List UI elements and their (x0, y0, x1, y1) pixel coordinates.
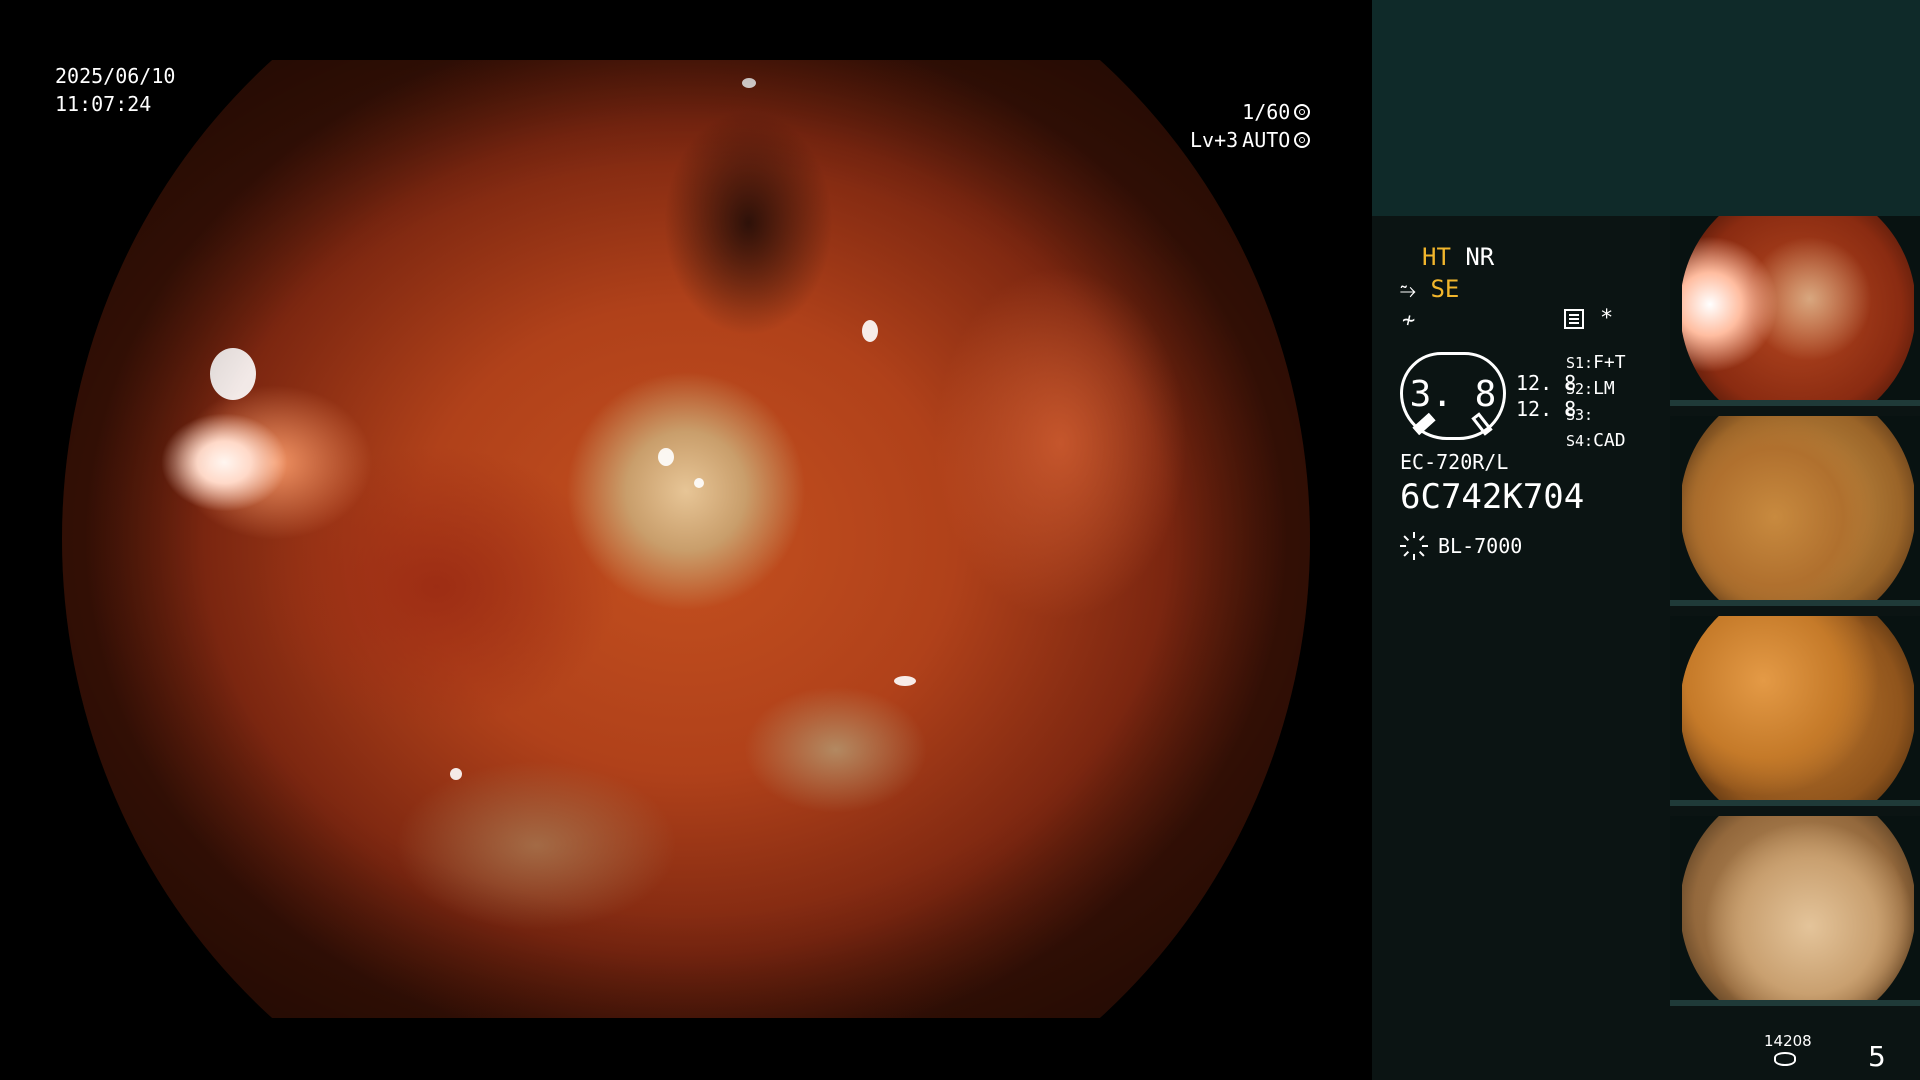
menu-icon (1564, 308, 1584, 329)
light-reflection (658, 448, 674, 466)
switch-settings: S1:F+T S2:LM S3: S4:CAD (1566, 350, 1626, 454)
thumbnail-2[interactable] (1670, 416, 1920, 606)
auto-exposure-icon (1294, 132, 1311, 148)
light-reflection (450, 768, 462, 780)
endoscope-image (62, 60, 1310, 1018)
light-reflection (862, 320, 878, 342)
gauge-marker-left (1412, 412, 1436, 436)
se-row: ⥲ SE (1400, 274, 1459, 305)
image-count: 5 (1868, 1040, 1886, 1073)
function-icon: ≁ (1402, 308, 1416, 333)
exposure-overlay: 1/60 Lv+3 AUTO (1190, 98, 1311, 154)
thumbnail-bar (1670, 1000, 1920, 1006)
thumbnail-image (1682, 416, 1914, 600)
thumbnail-image (1682, 616, 1914, 800)
setting-s4: S4:CAD (1566, 430, 1626, 451)
scope-model: EC-720R/L (1400, 450, 1509, 474)
light-reflection (694, 478, 704, 488)
magnification-gauge: 3. 8 (1400, 352, 1506, 440)
light-reflection (894, 676, 916, 686)
panel-header-area (1372, 0, 1920, 216)
gauge-marker-right (1471, 412, 1493, 436)
aperture-icon (1294, 104, 1311, 120)
thumbnail-3[interactable] (1670, 616, 1920, 806)
time-text: 11:07:24 (55, 92, 152, 116)
side-panel: HT NR ⥲ SE ≁ * 3. 8 12. 8 12. 8 S1:F+T S… (1372, 0, 1920, 1080)
mode-text: AUTO (1242, 128, 1291, 152)
light-reflection (742, 78, 756, 88)
status-icons: * (1564, 306, 1613, 331)
thumbnail-bar (1670, 400, 1920, 406)
thumbnail-4[interactable] (1670, 816, 1920, 1006)
ht-indicator: HT (1422, 243, 1451, 271)
thumbnail-image (1682, 216, 1914, 400)
function-row: ≁ (1402, 304, 1415, 336)
image-mode-row: HT NR (1422, 242, 1494, 272)
thumbnail-1[interactable] (1670, 216, 1920, 406)
asterisk-indicator: * (1600, 306, 1614, 331)
thumbnail-image (1682, 816, 1914, 1000)
freeze-icon: ⥲ (1400, 278, 1416, 302)
thumbnail-bar (1670, 800, 1920, 806)
endoscope-view: 2025/06/10 11:07:24 1/60 Lv+3 AUTO (0, 0, 1372, 1080)
se-indicator: SE (1430, 275, 1460, 303)
setting-s1: S1:F+T (1566, 352, 1626, 373)
captured-thumbnails (1670, 216, 1920, 1016)
light-reflection (210, 348, 256, 400)
date-text: 2025/06/10 (55, 64, 176, 88)
shutter-text: 1/60 (1242, 100, 1291, 124)
image-count-small: 14208 (1764, 1032, 1812, 1050)
gauge-value: 3. 8 (1409, 374, 1497, 415)
level-text: Lv+3 (1190, 128, 1239, 152)
sun-icon (1400, 532, 1428, 560)
scope-serial: 6C742K704 (1400, 477, 1585, 517)
datetime-overlay: 2025/06/10 11:07:24 (55, 62, 175, 118)
setting-s2: S2:LM (1566, 378, 1615, 399)
thumbnail-bar (1670, 600, 1920, 606)
lamp-model: BL-7000 (1438, 534, 1523, 558)
nr-indicator: NR (1465, 243, 1495, 271)
storage-icon (1774, 1052, 1796, 1066)
setting-s3: S3: (1566, 406, 1594, 424)
lamp-row: BL-7000 (1400, 532, 1522, 560)
